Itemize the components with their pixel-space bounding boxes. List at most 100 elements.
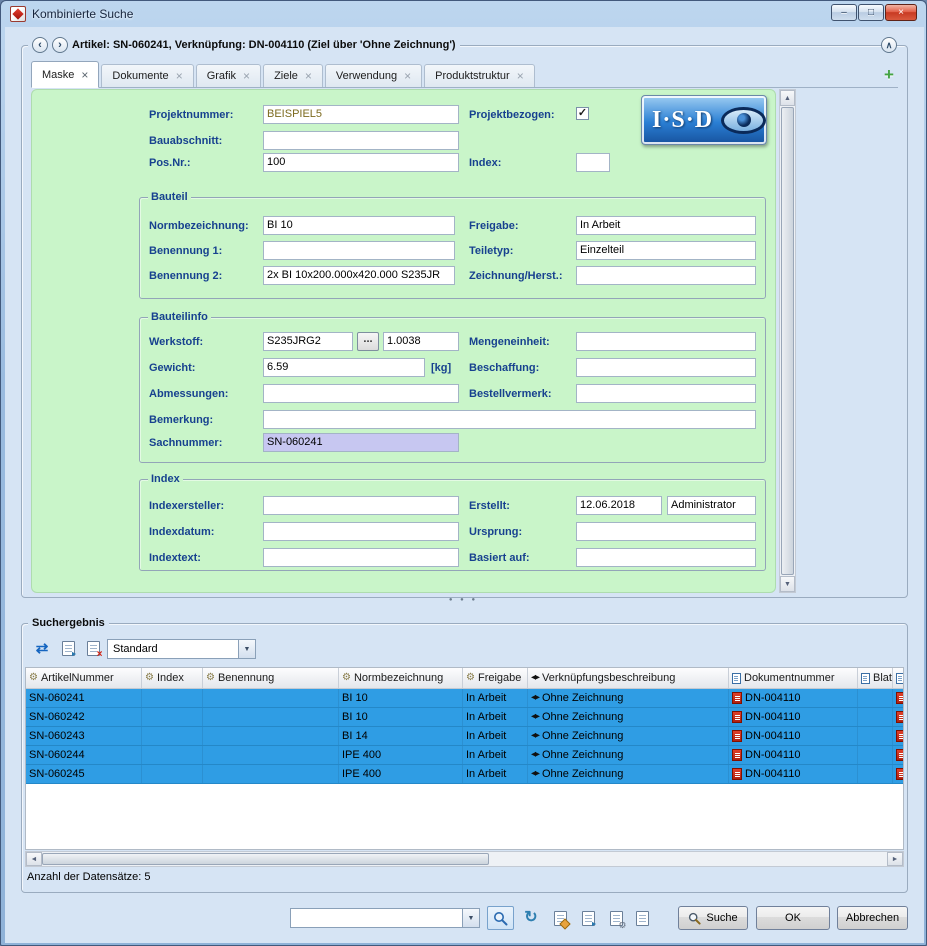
close-button[interactable]: × (885, 4, 917, 21)
cell-freigabe[interactable]: In Arbeit (463, 727, 528, 745)
table-row[interactable]: SN-060242 BI 10 In Arbeit ◀▶Ohne Zeichnu… (26, 708, 903, 727)
table-row[interactable]: SN-060244 IPE 400 In Arbeit ◀▶Ohne Zeich… (26, 746, 903, 765)
search-options-button[interactable] (487, 906, 514, 930)
cell-verknuepfung[interactable]: ◀▶Ohne Zeichnung (528, 727, 729, 745)
cell-artikelnummer[interactable]: SN-060244 (26, 746, 142, 764)
cell-benennung[interactable] (203, 689, 339, 707)
scroll-down-button[interactable]: ▼ (780, 576, 795, 592)
tab-grafik[interactable]: Grafik × (196, 64, 261, 87)
bauabschnitt-field[interactable] (263, 131, 459, 150)
nav-next-button[interactable]: › (52, 37, 68, 53)
benennung1-field[interactable] (263, 241, 455, 260)
cell-partial[interactable] (893, 746, 903, 764)
cell-blatt[interactable] (858, 708, 893, 726)
cell-artikelnummer[interactable]: SN-060245 (26, 765, 142, 783)
cell-index[interactable] (142, 689, 203, 707)
cell-dokumentnummer[interactable]: DN-004110 (729, 727, 858, 745)
cell-dokumentnummer[interactable]: DN-004110 (729, 708, 858, 726)
column-header-dokumentnummer[interactable]: Dokumentnummer (729, 668, 858, 688)
hscrollbar-thumb[interactable] (42, 853, 489, 865)
save-result-config-button[interactable] (57, 637, 79, 659)
indextext-field[interactable] (263, 548, 459, 567)
result-preset-combobox[interactable]: Standard ▼ (107, 639, 256, 659)
bemerkung-field[interactable] (263, 410, 756, 429)
apply-search-button[interactable]: ⇄ (31, 637, 53, 659)
werkstoff-field[interactable]: S235JRG2 (263, 332, 353, 351)
column-header-verknuepfungsbeschreibung[interactable]: ◀▶Verknüpfungsbeschreibung (528, 668, 729, 688)
tab-close-icon[interactable]: × (243, 70, 250, 82)
nav-previous-button[interactable]: ‹ (32, 37, 48, 53)
abmessungen-field[interactable] (263, 384, 459, 403)
titlebar[interactable]: Kombinierte Suche (1, 1, 926, 27)
erstellt-datum-field[interactable]: 12.06.2018 (576, 496, 662, 515)
tab-close-icon[interactable]: × (305, 70, 312, 82)
cell-partial[interactable] (893, 689, 903, 707)
scroll-right-button[interactable]: ► (887, 852, 903, 866)
cell-index[interactable] (142, 708, 203, 726)
form-scrollbar[interactable]: ▲ ▼ (779, 89, 796, 593)
normbezeichnung-field[interactable]: BI 10 (263, 216, 455, 235)
cell-index[interactable] (142, 746, 203, 764)
sachnummer-field[interactable]: SN-060241 (263, 433, 459, 452)
cell-dokumentnummer[interactable]: DN-004110 (729, 765, 858, 783)
cell-blatt[interactable] (858, 727, 893, 745)
cell-blatt[interactable] (858, 746, 893, 764)
index-field[interactable] (576, 153, 610, 172)
cell-normbezeichnung[interactable]: IPE 400 (339, 765, 463, 783)
cell-benennung[interactable] (203, 727, 339, 745)
edit-mask-button[interactable] (548, 907, 572, 929)
splitter-handle[interactable]: ● ● ● (1, 597, 926, 603)
load-mask-button[interactable] (576, 907, 600, 929)
mask-settings-button[interactable] (604, 907, 628, 929)
werkstoff-nummer-field[interactable]: 1.0038 (383, 332, 459, 351)
benennung2-field[interactable]: 2x BI 10x200.000x420.000 S235JR (263, 266, 455, 285)
combo-dropdown-icon[interactable]: ▼ (463, 908, 480, 928)
table-row[interactable]: SN-060245 IPE 400 In Arbeit ◀▶Ohne Zeich… (26, 765, 903, 784)
scrollbar-thumb[interactable] (781, 107, 794, 575)
gewicht-field[interactable]: 6.59 (263, 358, 425, 377)
tab-dokumente[interactable]: Dokumente × (101, 64, 193, 87)
werkstoff-browse-button[interactable]: ... (357, 332, 379, 351)
copy-mask-button[interactable] (630, 907, 654, 929)
cell-benennung[interactable] (203, 708, 339, 726)
table-row[interactable]: SN-060243 BI 14 In Arbeit ◀▶Ohne Zeichnu… (26, 727, 903, 746)
cell-partial[interactable] (893, 727, 903, 745)
ok-button[interactable]: OK (756, 906, 830, 930)
cell-verknuepfung[interactable]: ◀▶Ohne Zeichnung (528, 689, 729, 707)
results-hscrollbar[interactable]: ◄ ► (25, 851, 904, 867)
refresh-button[interactable]: ↻ (519, 907, 543, 929)
scroll-left-button[interactable]: ◄ (26, 852, 42, 866)
cell-benennung[interactable] (203, 765, 339, 783)
mengeneinheit-field[interactable] (576, 332, 756, 351)
saved-search-combobox[interactable]: ▼ (290, 908, 480, 928)
cell-dokumentnummer[interactable]: DN-004110 (729, 689, 858, 707)
cell-normbezeichnung[interactable]: BI 14 (339, 727, 463, 745)
cell-dokumentnummer[interactable]: DN-004110 (729, 746, 858, 764)
cell-normbezeichnung[interactable]: BI 10 (339, 708, 463, 726)
column-header-partial[interactable] (893, 668, 903, 688)
cell-artikelnummer[interactable]: SN-060242 (26, 708, 142, 726)
column-header-benennung[interactable]: ⚙Benennung (203, 668, 339, 688)
suche-button[interactable]: Suche (678, 906, 748, 930)
cell-freigabe[interactable]: In Arbeit (463, 746, 528, 764)
table-row[interactable]: SN-060241 BI 10 In Arbeit ◀▶Ohne Zeichnu… (26, 689, 903, 708)
cell-benennung[interactable] (203, 746, 339, 764)
cell-artikelnummer[interactable]: SN-060243 (26, 727, 142, 745)
bestellvermerk-field[interactable] (576, 384, 756, 403)
maximize-button[interactable]: □ (858, 4, 884, 21)
column-header-index[interactable]: ⚙Index (142, 668, 203, 688)
cell-normbezeichnung[interactable]: IPE 400 (339, 746, 463, 764)
column-header-normbezeichnung[interactable]: ⚙Normbezeichnung (339, 668, 463, 688)
tab-verwendung[interactable]: Verwendung × (325, 64, 422, 87)
scroll-up-button[interactable]: ▲ (780, 90, 795, 106)
cell-freigabe[interactable]: In Arbeit (463, 765, 528, 783)
beschaffung-field[interactable] (576, 358, 756, 377)
teiletyp-field[interactable]: Einzelteil (576, 241, 756, 260)
ursprung-field[interactable] (576, 522, 756, 541)
indexdatum-field[interactable] (263, 522, 459, 541)
basiert-auf-field[interactable] (576, 548, 756, 567)
erstellt-benutzer-field[interactable]: Administrator (667, 496, 756, 515)
cell-verknuepfung[interactable]: ◀▶Ohne Zeichnung (528, 708, 729, 726)
tab-maske[interactable]: Maske × (31, 61, 99, 88)
cell-normbezeichnung[interactable]: BI 10 (339, 689, 463, 707)
